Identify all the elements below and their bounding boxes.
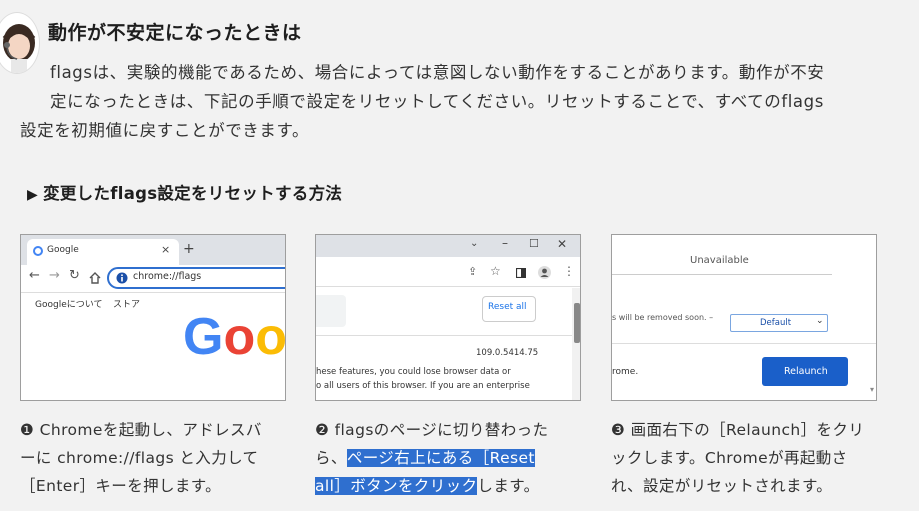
- reset-all-label: Reset all: [488, 302, 527, 312]
- intro-line-1: flagsは、実験的機能であるため、場合によっては意図しない動作をすることがあり…: [50, 63, 825, 82]
- star-icon[interactable]: ☆: [490, 264, 501, 278]
- google-favicon-icon: [33, 246, 43, 256]
- screenshot-chrome-address-bar: Google × + ← → ↻ chrome://flags Googleにつ…: [20, 234, 286, 401]
- caption-2-line-3b: します。: [477, 477, 540, 495]
- minimize-icon[interactable]: –: [502, 236, 508, 250]
- title-bar: [316, 235, 580, 257]
- tab-close-icon[interactable]: ×: [161, 243, 170, 256]
- warning-text-1: hese features, you could lose browser da…: [316, 367, 511, 377]
- caption-2-line-2a: ら、: [315, 449, 347, 467]
- warning-text-2: o all users of this browser. If you are …: [316, 381, 530, 391]
- back-arrow-icon[interactable]: ←: [29, 268, 40, 283]
- relaunch-label: Relaunch: [784, 366, 828, 377]
- divider: [316, 335, 572, 336]
- divider: [612, 343, 876, 344]
- selected-text-highlight-2[interactable]: all］ボタンをクリック: [315, 477, 478, 495]
- flag-select-value: Default: [760, 318, 792, 328]
- caption-1-line-3: ［Enter］キーを押します。: [20, 477, 222, 495]
- section-heading: ▶ 変更したflags設定をリセットする方法: [27, 180, 342, 204]
- select-chevron-icon: ⌄: [816, 316, 824, 326]
- caption-2-line-1: flagsのページに切り替わった: [329, 421, 549, 439]
- intro-paragraph: flagsは、実験的機能であるため、場合によっては意図しない動作をすることがあり…: [20, 58, 915, 145]
- caption-3-line-2: ックします。Chromeが再起動さ: [611, 449, 848, 467]
- scroll-down-icon[interactable]: ▾: [870, 385, 874, 394]
- reload-icon[interactable]: ↻: [69, 268, 80, 283]
- caption-3-line-1: 画面右下の［Relaunch］をクリ: [625, 421, 865, 439]
- scrollbar-thumb[interactable]: [574, 303, 580, 343]
- address-bar-url: chrome://flags: [133, 271, 202, 282]
- caption-1-line-2: ーに chrome://flags と入力して: [20, 449, 259, 467]
- version-text: 109.0.5414.75: [476, 348, 539, 358]
- share-icon[interactable]: ⇪: [468, 265, 477, 278]
- link-about-google[interactable]: Googleについて: [35, 297, 102, 310]
- chevron-down-icon[interactable]: ⌄: [470, 238, 478, 249]
- home-icon[interactable]: [89, 272, 101, 284]
- removed-soon-text: s will be removed soon. –: [612, 313, 714, 322]
- triangle-marker-icon: ▶: [27, 187, 39, 203]
- more-menu-icon[interactable]: ⋮: [563, 264, 575, 278]
- logo-letter-o2: o: [255, 308, 286, 366]
- step-1-number: ❶: [20, 421, 35, 439]
- side-panel-icon[interactable]: [516, 268, 526, 278]
- caption-3-line-3: れ、設定がリセットされます。: [611, 477, 833, 495]
- caption-step-2: ❷ flagsのページに切り替わった ら、ページ右上にある［Reset all］…: [315, 416, 575, 500]
- section-heading-text: 変更したflags設定をリセットする方法: [43, 184, 343, 203]
- intro-line-2: 定になったときは、下記の手順で設定をリセットしてください。リセットすることで、す…: [50, 92, 824, 111]
- tab-underline: [612, 274, 832, 275]
- link-store[interactable]: ストア: [113, 297, 140, 310]
- step-2-number: ❷: [315, 421, 330, 439]
- step-3-number: ❸: [611, 421, 626, 439]
- new-tab-icon[interactable]: +: [183, 241, 195, 257]
- logo-letter-g: G: [183, 308, 224, 366]
- screenshot-flags-page: ⌄ – ☐ ✕ ⇪ ☆ ⋮ Reset all 109.0.5414.75 he…: [315, 234, 581, 401]
- logo-letter-o1: o: [223, 308, 256, 366]
- caption-step-3: ❸ 画面右下の［Relaunch］をクリ ックします。Chromeが再起動さ れ…: [611, 416, 871, 500]
- close-window-icon[interactable]: ✕: [557, 237, 567, 251]
- maximize-icon[interactable]: ☐: [529, 237, 539, 250]
- caption-step-1: ❶ Chromeを起動し、アドレスバ ーに chrome://flags と入力…: [20, 416, 280, 500]
- intro-line-3: 設定を初期値に戻すことができます。: [20, 121, 310, 140]
- profile-icon[interactable]: [538, 266, 551, 279]
- google-logo: Goo: [183, 307, 286, 367]
- unavailable-tab[interactable]: Unavailable: [690, 255, 749, 266]
- screenshot-relaunch: Unavailable s will be removed soon. – De…: [611, 234, 877, 401]
- tab-title: Google: [47, 245, 79, 255]
- forward-arrow-icon[interactable]: →: [49, 268, 60, 283]
- selected-text-highlight[interactable]: ページ右上にある［Reset: [346, 449, 535, 467]
- relaunch-message: rome.: [612, 367, 639, 377]
- page-title: 動作が不安定になったときは: [48, 22, 302, 44]
- info-icon: [116, 272, 128, 284]
- search-box[interactable]: [316, 295, 346, 327]
- caption-1-line-1: Chromeを起動し、アドレスバ: [34, 421, 262, 439]
